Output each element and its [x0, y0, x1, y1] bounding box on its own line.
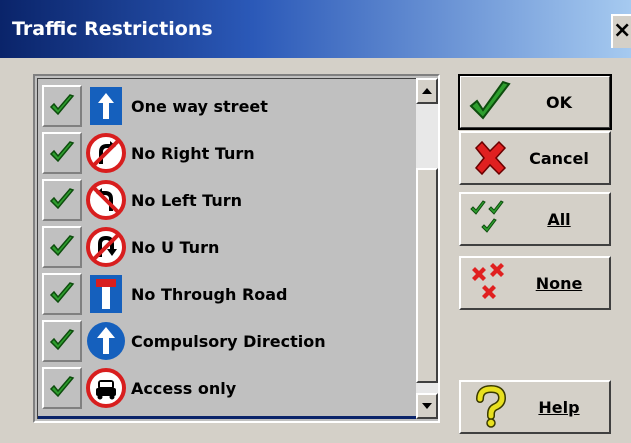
list-item-no-right-turn[interactable]: No Right Turn: [42, 130, 412, 176]
checkbox-access-only[interactable]: [42, 367, 82, 409]
list-item-no-through-road[interactable]: No Through Road: [42, 271, 412, 317]
cancel-button[interactable]: Cancel: [459, 131, 611, 185]
select-all-button-label: All: [547, 209, 571, 229]
checkmark-icon: [49, 329, 75, 351]
window-title: Traffic Restrictions: [12, 18, 213, 40]
no-right-turn-sign-icon: [85, 132, 127, 174]
vertical-scrollbar[interactable]: [416, 78, 438, 419]
checkbox-no-right-turn[interactable]: [42, 132, 82, 174]
list-item-label: No Through Road: [131, 284, 288, 304]
list-item-label: One way street: [131, 96, 268, 116]
list-item-access-only[interactable]: Access only: [42, 365, 412, 411]
checkmark-icon: [49, 188, 75, 210]
red-x-icon: [465, 134, 515, 182]
arrow-up-icon: [422, 88, 432, 94]
ok-button-label: OK: [546, 92, 572, 112]
select-none-button-label: None: [535, 273, 583, 293]
compulsory-direction-sign-icon: [85, 320, 127, 362]
list-item-one-way-street[interactable]: One way street: [42, 83, 412, 129]
one-way-sign-icon: [85, 85, 127, 127]
list-focus-line: [38, 416, 417, 419]
no-through-road-sign-icon: [85, 273, 127, 315]
list-item-label: Access only: [131, 378, 237, 398]
restrictions-list-viewport: One way street No Right Turn No Left Tur…: [37, 78, 417, 419]
checkmark-icon: [49, 94, 75, 116]
arrow-down-icon: [422, 403, 432, 409]
checkmark-icon: [49, 141, 75, 163]
ok-button[interactable]: OK: [458, 74, 612, 130]
no-u-turn-sign-icon: [85, 226, 127, 268]
checkmark-icon: [465, 78, 515, 126]
checkmark-icon: [49, 282, 75, 304]
checkmark-icon: [49, 235, 75, 257]
no-left-turn-sign-icon: [85, 179, 127, 221]
scroll-thumb[interactable]: [416, 168, 438, 383]
list-item-label: No U Turn: [131, 237, 220, 257]
title-bar[interactable]: Traffic Restrictions ×: [0, 0, 631, 58]
list-item-compulsory-direction[interactable]: Compulsory Direction: [42, 318, 412, 364]
close-button[interactable]: ×: [611, 14, 631, 48]
multi-x-icon: [465, 259, 515, 307]
help-button-label: Help: [538, 397, 580, 417]
checkbox-one-way-street[interactable]: [42, 85, 82, 127]
scroll-up-button[interactable]: [416, 78, 438, 104]
select-none-button[interactable]: None: [459, 256, 611, 310]
checkmark-icon: [49, 376, 75, 398]
list-item-label: No Left Turn: [131, 190, 243, 210]
list-item-label: No Right Turn: [131, 143, 255, 163]
question-mark-icon: [465, 383, 515, 431]
list-item-no-u-turn[interactable]: No U Turn: [42, 224, 412, 270]
restrictions-list: One way street No Right Turn No Left Tur…: [33, 74, 440, 423]
help-button[interactable]: Help: [459, 380, 611, 434]
list-item-no-left-turn[interactable]: No Left Turn: [42, 177, 412, 223]
multi-check-icon: [465, 195, 515, 243]
traffic-restrictions-dialog: Traffic Restrictions × One way street No…: [0, 0, 631, 443]
cancel-button-label: Cancel: [529, 148, 589, 168]
checkbox-no-left-turn[interactable]: [42, 179, 82, 221]
checkbox-no-u-turn[interactable]: [42, 226, 82, 268]
access-only-sign-icon: [85, 367, 127, 409]
scroll-down-button[interactable]: [416, 393, 438, 419]
checkbox-no-through-road[interactable]: [42, 273, 82, 315]
checkbox-compulsory-direction[interactable]: [42, 320, 82, 362]
list-item-label: Compulsory Direction: [131, 331, 326, 351]
select-all-button[interactable]: All: [459, 192, 611, 246]
